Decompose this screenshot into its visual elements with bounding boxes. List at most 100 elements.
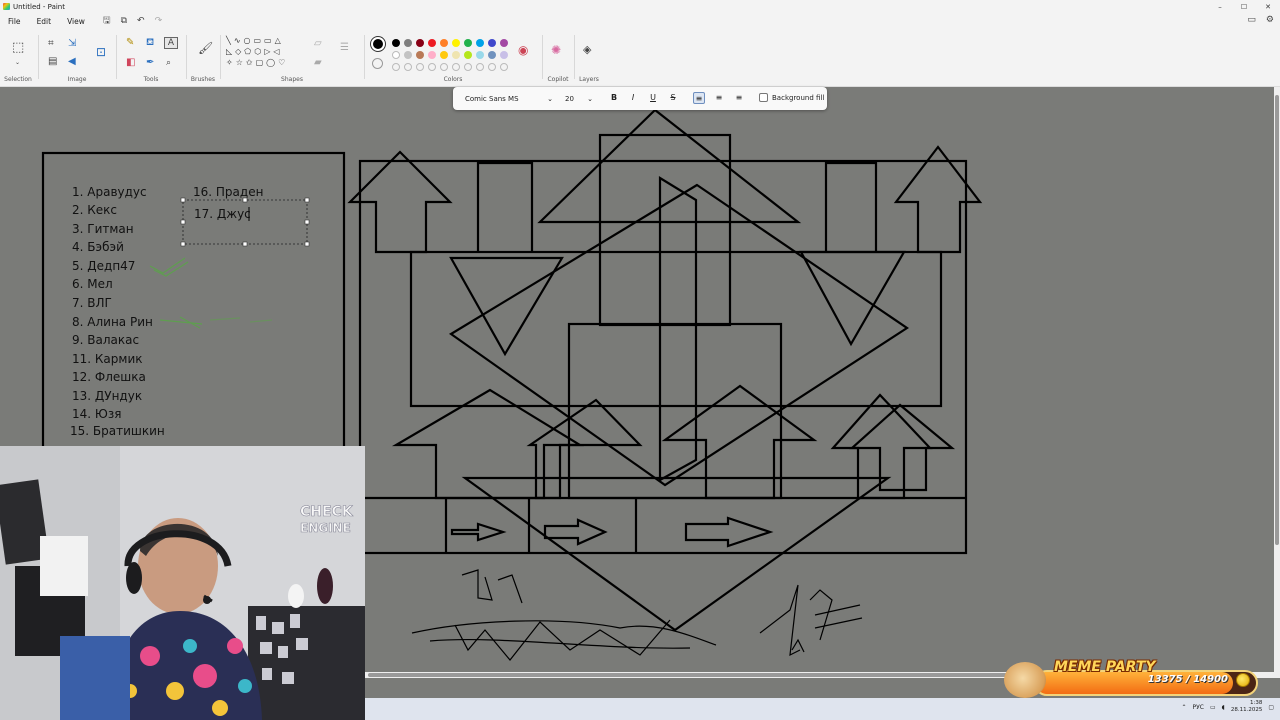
italic-button[interactable]: I (627, 92, 639, 104)
custom-color-slot[interactable] (416, 63, 424, 71)
clock[interactable]: 1:38 28.11.2025 (1231, 700, 1263, 714)
redo-icon[interactable]: ↷ (155, 16, 163, 26)
color-swatch[interactable] (464, 51, 472, 59)
menu-file[interactable]: File (8, 17, 21, 26)
custom-color-slot[interactable] (404, 63, 412, 71)
color-swatch[interactable] (500, 51, 508, 59)
flip-icon[interactable]: ◀ (68, 57, 76, 67)
custom-color-slot[interactable] (488, 63, 496, 71)
maximize-button[interactable]: ☐ (1232, 0, 1256, 13)
eraser-icon[interactable]: ◧ (126, 58, 135, 68)
list-item: 11. Кармик (72, 352, 143, 366)
image-select-icon[interactable]: ⊡ (96, 46, 106, 58)
crop-icon[interactable]: ⌗ (48, 39, 54, 49)
font-family-select[interactable]: Comic Sans MS ⌄ (461, 91, 557, 106)
underline-button[interactable]: U (647, 92, 659, 104)
fill-icon[interactable]: ⛾ (146, 38, 154, 48)
menu-edit[interactable]: Edit (37, 17, 52, 26)
custom-color-slot[interactable] (440, 63, 448, 71)
color-swatch[interactable] (488, 51, 496, 59)
pencil-icon[interactable]: ✎ (126, 38, 134, 48)
color-swatch[interactable] (416, 51, 424, 59)
notification-icon[interactable]: ▢ (1268, 704, 1274, 711)
primary-color[interactable] (371, 37, 385, 51)
custom-color-slot[interactable] (500, 63, 508, 71)
bold-button[interactable]: B (608, 92, 620, 104)
strikethrough-button[interactable]: S (667, 92, 679, 104)
save-icon[interactable]: 🖫 (103, 13, 111, 29)
colors-label: Colors (443, 76, 463, 83)
language-indicator[interactable]: РУС (1193, 704, 1204, 711)
color-swatch[interactable] (452, 51, 460, 59)
outline-icon[interactable]: ▱ (314, 39, 322, 49)
chat-icon[interactable]: ▭ (1247, 15, 1256, 25)
layers-icon[interactable]: ◈ (583, 44, 591, 55)
list-item: 2. Кекс (72, 203, 118, 217)
meme-party-count: 13375 / 14900 (1147, 674, 1228, 685)
color-swatch[interactable] (440, 51, 448, 59)
color-swatch[interactable] (428, 51, 436, 59)
undo-icon[interactable]: ↶ (137, 16, 145, 26)
selection-icon[interactable]: ⬚ (12, 41, 24, 54)
text-tool-icon[interactable]: A (164, 37, 178, 49)
color-picker-icon[interactable]: ✒ (146, 58, 154, 68)
custom-color-slot[interactable] (464, 63, 472, 71)
volume-icon[interactable]: ◖ (1222, 704, 1225, 711)
text-format-bar: Comic Sans MS ⌄ 20 ⌄ B I U S ≡ ≡ ≡ Backg… (453, 87, 827, 110)
custom-color-slot[interactable] (452, 63, 460, 71)
text-edit-box[interactable]: 17. Джус (194, 207, 251, 221)
rotate-icon[interactable]: ▤ (48, 57, 57, 67)
color-swatch[interactable] (476, 51, 484, 59)
color-swatch[interactable] (416, 39, 424, 47)
tools-group: ✎ ⛾ A ◧ ✒ ⌕ Tools (118, 29, 184, 87)
color-swatch[interactable] (392, 51, 400, 59)
list-item: 8. Алина Рин (72, 315, 153, 329)
color-swatch[interactable] (452, 39, 460, 47)
font-size-value: 20 (565, 94, 574, 103)
background-fill-toggle[interactable]: Background fill (759, 93, 824, 102)
menu-view[interactable]: View (67, 17, 85, 26)
menu-bar: File Edit View 🖫 ⧉ ↶ ↷ ▭ ⚙ (0, 13, 1280, 29)
chevron-down-icon[interactable]: ⌄ (15, 58, 20, 68)
vertical-scrollbar[interactable] (1274, 87, 1280, 677)
secondary-color[interactable] (372, 58, 383, 69)
fill-style-icon[interactable]: ▰ (314, 58, 322, 68)
custom-color-slot[interactable] (392, 63, 400, 71)
resize-icon[interactable]: ⇲ (68, 39, 76, 49)
color-swatch[interactable] (464, 39, 472, 47)
color-swatch[interactable] (404, 51, 412, 59)
magnifier-icon[interactable]: ⌕ (166, 58, 171, 68)
custom-color-slot[interactable] (428, 63, 436, 71)
share-icon[interactable]: ⧉ (121, 16, 127, 26)
color-swatch[interactable] (476, 39, 484, 47)
close-button[interactable]: ✕ (1256, 0, 1280, 13)
paint-app-icon (3, 3, 10, 10)
tray-chevron-icon[interactable]: ⌃ (1181, 704, 1186, 711)
shapes-gallery[interactable]: ╲∿○▭▭△ ◺◇⬠⬡▷◁ ✧☆✩▢◯♡ (226, 35, 306, 73)
list-item: 5. Дедп47 (72, 259, 136, 273)
font-size-select[interactable]: 20 ⌄ (563, 91, 595, 106)
color-swatch[interactable] (500, 39, 508, 47)
color-swatch[interactable] (404, 39, 412, 47)
copilot-icon[interactable]: ✺ (551, 44, 561, 56)
color-swatch[interactable] (488, 39, 496, 47)
brush-icon[interactable]: 🖌 (198, 42, 213, 54)
network-icon[interactable]: ▭ (1210, 704, 1216, 711)
meme-party-widget: MEME PARTY 13375 / 14900 (1004, 658, 1258, 698)
list-item: 6. Мел (72, 277, 113, 291)
chevron-down-icon: ⌄ (587, 94, 593, 103)
align-right-icon[interactable]: ≡ (733, 92, 745, 104)
settings-icon[interactable]: ⚙ (1266, 15, 1274, 25)
color-swatch[interactable] (392, 39, 400, 47)
ribbon-toolbar: ⬚ ⌄ Selection ⌗ ⇲ ⊡ ▤ ◀ Image ✎ ⛾ A ◧ ✒ … (0, 29, 1280, 87)
align-left-icon[interactable]: ≡ (693, 92, 705, 104)
custom-color-slot[interactable] (476, 63, 484, 71)
edit-colors-icon[interactable]: ◉ (518, 44, 528, 56)
align-center-icon[interactable]: ≡ (713, 92, 725, 104)
line-width-icon[interactable]: ☰ (340, 43, 349, 53)
color-swatch[interactable] (440, 39, 448, 47)
minimize-button[interactable]: – (1208, 0, 1232, 13)
color-swatch[interactable] (428, 39, 436, 47)
list-item: 12. Флешка (72, 370, 146, 384)
taskbar: ⌃ РУС ▭ ◖ 1:38 28.11.2025 ▢ (365, 698, 1280, 720)
